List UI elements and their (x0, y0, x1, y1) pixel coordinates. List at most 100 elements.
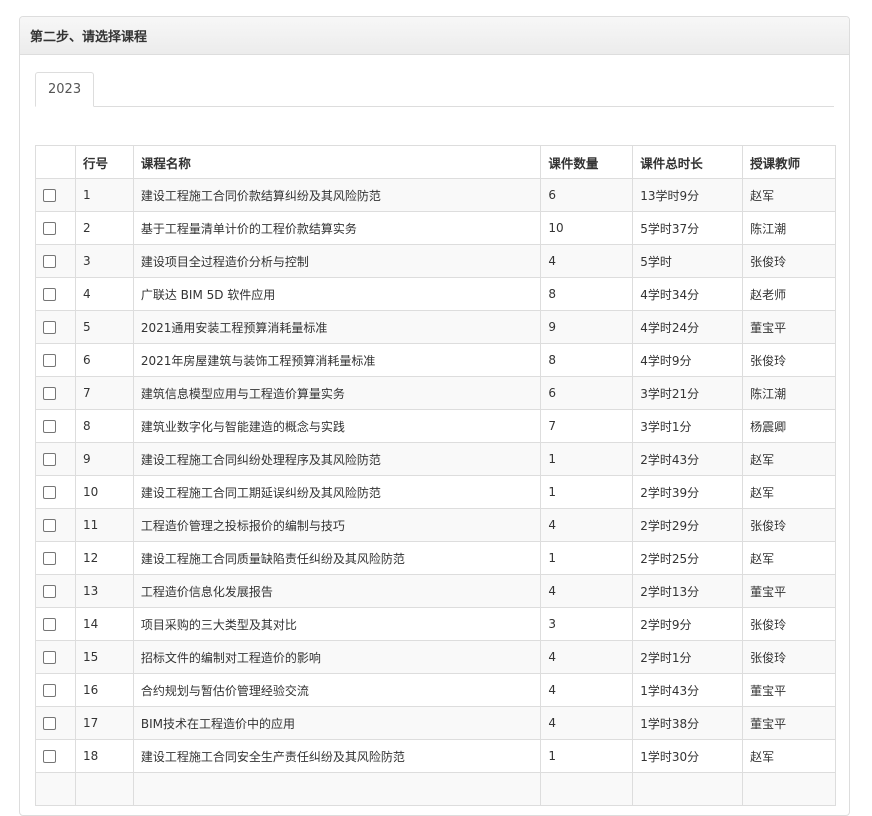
teacher-cell (742, 772, 836, 806)
table-row[interactable]: 1 建设工程施工合同价款结算纠纷及其风险防范 6 13学时9分 赵军 (35, 178, 836, 212)
teacher-cell: 董宝平 (742, 673, 836, 707)
courseware-count-cell: 7 (540, 409, 634, 443)
table-row[interactable]: 14 项目采购的三大类型及其对比 3 2学时9分 张俊玲 (35, 607, 836, 641)
table-row[interactable]: 8 建筑业数字化与智能建造的概念与实践 7 3学时1分 杨震卿 (35, 409, 836, 443)
row-number-cell: 17 (74, 706, 134, 740)
table-row[interactable]: 13 工程造价信息化发展报告 4 2学时13分 董宝平 (35, 574, 836, 608)
total-duration-cell: 5学时37分 (632, 211, 744, 245)
total-duration-cell: 4学时34分 (632, 277, 744, 311)
checkbox-icon[interactable] (43, 222, 56, 235)
course-name-header: 课程名称 (132, 145, 542, 179)
checkbox-icon[interactable] (43, 354, 56, 367)
checkbox-icon[interactable] (43, 585, 56, 598)
courseware-count-cell: 9 (540, 310, 634, 344)
table-row[interactable]: 15 招标文件的编制对工程造价的影响 4 2学时1分 张俊玲 (35, 640, 836, 674)
total-duration-cell: 4学时9分 (632, 343, 744, 377)
checkbox-icon[interactable] (43, 189, 56, 202)
course-name-cell: 招标文件的编制对工程造价的影响 (132, 640, 542, 674)
row-number-cell: 9 (74, 442, 134, 476)
table-row[interactable]: 10 建设工程施工合同工期延误纠纷及其风险防范 1 2学时39分 赵军 (35, 475, 836, 509)
row-checkbox-cell (35, 244, 76, 278)
table-row[interactable]: 16 合约规划与暂估价管理经验交流 4 1学时43分 董宝平 (35, 673, 836, 707)
table-row[interactable]: 12 建设工程施工合同质量缺陷责任纠纷及其风险防范 1 2学时25分 赵军 (35, 541, 836, 575)
total-duration-cell: 13学时9分 (632, 178, 744, 212)
table-row[interactable]: 4 广联达 BIM 5D 软件应用 8 4学时34分 赵老师 (35, 277, 836, 311)
teacher-cell: 张俊玲 (742, 244, 836, 278)
table-row[interactable]: 17 BIM技术在工程造价中的应用 4 1学时38分 董宝平 (35, 706, 836, 740)
row-number-cell: 6 (74, 343, 134, 377)
teacher-header: 授课教师 (742, 145, 836, 179)
total-duration-cell: 1学时38分 (632, 706, 744, 740)
course-name-cell: 2021通用安装工程预算消耗量标准 (132, 310, 542, 344)
row-number-cell: 7 (74, 376, 134, 410)
total-duration-cell: 4学时24分 (632, 310, 744, 344)
table-row[interactable]: 5 2021通用安装工程预算消耗量标准 9 4学时24分 董宝平 (35, 310, 836, 344)
checkbox-icon[interactable] (43, 486, 56, 499)
courseware-count-header: 课件数量 (540, 145, 634, 179)
course-name-cell: 合约规划与暂估价管理经验交流 (132, 673, 542, 707)
table-row[interactable]: 7 建筑信息模型应用与工程造价算量实务 6 3学时21分 陈江潮 (35, 376, 836, 410)
table-row[interactable]: 6 2021年房屋建筑与装饰工程预算消耗量标准 8 4学时9分 张俊玲 (35, 343, 836, 377)
row-checkbox-cell (35, 409, 76, 443)
row-checkbox-cell (35, 574, 76, 608)
row-checkbox-cell (35, 706, 76, 740)
courseware-count-cell (540, 772, 634, 806)
row-checkbox-cell (35, 508, 76, 542)
row-checkbox-cell (35, 211, 76, 245)
checkbox-icon[interactable] (43, 618, 56, 631)
row-number-cell: 16 (74, 673, 134, 707)
checkbox-icon[interactable] (43, 453, 56, 466)
checkbox-icon[interactable] (43, 552, 56, 565)
checkbox-icon[interactable] (43, 717, 56, 730)
courseware-count-cell: 8 (540, 277, 634, 311)
course-table-body: 1 建设工程施工合同价款结算纠纷及其风险防范 6 13学时9分 赵军 2 基于工程量清单计价… (35, 178, 836, 806)
teacher-cell: 张俊玲 (742, 508, 836, 542)
course-name-cell: 广联达 BIM 5D 软件应用 (132, 277, 542, 311)
table-row[interactable]: 2 基于工程量清单计价的工程价款结算实务 10 5学时37分 陈江潮 (35, 211, 836, 245)
row-number-cell: 12 (74, 541, 134, 575)
checkbox-icon[interactable] (43, 387, 56, 400)
row-number-cell: 1 (74, 178, 134, 212)
table-row[interactable]: 18 建设工程施工合同安全生产责任纠纷及其风险防范 1 1学时30分 赵军 (35, 739, 836, 773)
teacher-cell: 赵军 (742, 541, 836, 575)
course-name-cell: 建筑信息模型应用与工程造价算量实务 (132, 376, 542, 410)
teacher-cell: 赵军 (742, 739, 836, 773)
checkbox-icon[interactable] (43, 420, 56, 433)
course-name-cell: BIM技术在工程造价中的应用 (132, 706, 542, 740)
table-row[interactable]: 11 工程造价管理之投标报价的编制与技巧 4 2学时29分 张俊玲 (35, 508, 836, 542)
table-row[interactable]: 9 建设工程施工合同纠纷处理程序及其风险防范 1 2学时43分 赵军 (35, 442, 836, 476)
row-number-cell: 14 (74, 607, 134, 641)
tab-2023[interactable]: 2023 (35, 72, 95, 107)
row-checkbox-cell (35, 178, 76, 212)
courseware-count-cell: 4 (540, 244, 634, 278)
checkbox-icon[interactable] (43, 519, 56, 532)
teacher-cell: 董宝平 (742, 706, 836, 740)
row-number-cell: 13 (74, 574, 134, 608)
checkbox-icon[interactable] (43, 651, 56, 664)
course-name-cell: 工程造价信息化发展报告 (132, 574, 542, 608)
row-checkbox-cell (35, 310, 76, 344)
checkbox-icon[interactable] (43, 255, 56, 268)
total-duration-cell: 1学时43分 (632, 673, 744, 707)
courseware-count-cell: 6 (540, 178, 634, 212)
checkbox-icon[interactable] (43, 684, 56, 697)
checkbox-icon[interactable] (43, 321, 56, 334)
checkbox-icon[interactable] (43, 288, 56, 301)
row-number-cell: 15 (74, 640, 134, 674)
teacher-cell: 陈江潮 (742, 376, 836, 410)
table-row[interactable] (35, 772, 836, 806)
courseware-count-cell: 4 (540, 673, 634, 707)
table-row[interactable]: 3 建设项目全过程造价分析与控制 4 5学时 张俊玲 (35, 244, 836, 278)
row-checkbox-cell (35, 277, 76, 311)
teacher-cell: 杨震卿 (742, 409, 836, 443)
course-name-cell (132, 772, 542, 806)
courseware-count-cell: 1 (540, 442, 634, 476)
course-name-cell: 建设工程施工合同质量缺陷责任纠纷及其风险防范 (132, 541, 542, 575)
course-name-cell: 工程造价管理之投标报价的编制与技巧 (132, 508, 542, 542)
teacher-cell: 赵老师 (742, 277, 836, 311)
total-duration-cell: 2学时29分 (632, 508, 744, 542)
teacher-cell: 陈江潮 (742, 211, 836, 245)
row-checkbox-cell (35, 640, 76, 674)
teacher-cell: 董宝平 (742, 574, 836, 608)
checkbox-icon[interactable] (43, 750, 56, 763)
